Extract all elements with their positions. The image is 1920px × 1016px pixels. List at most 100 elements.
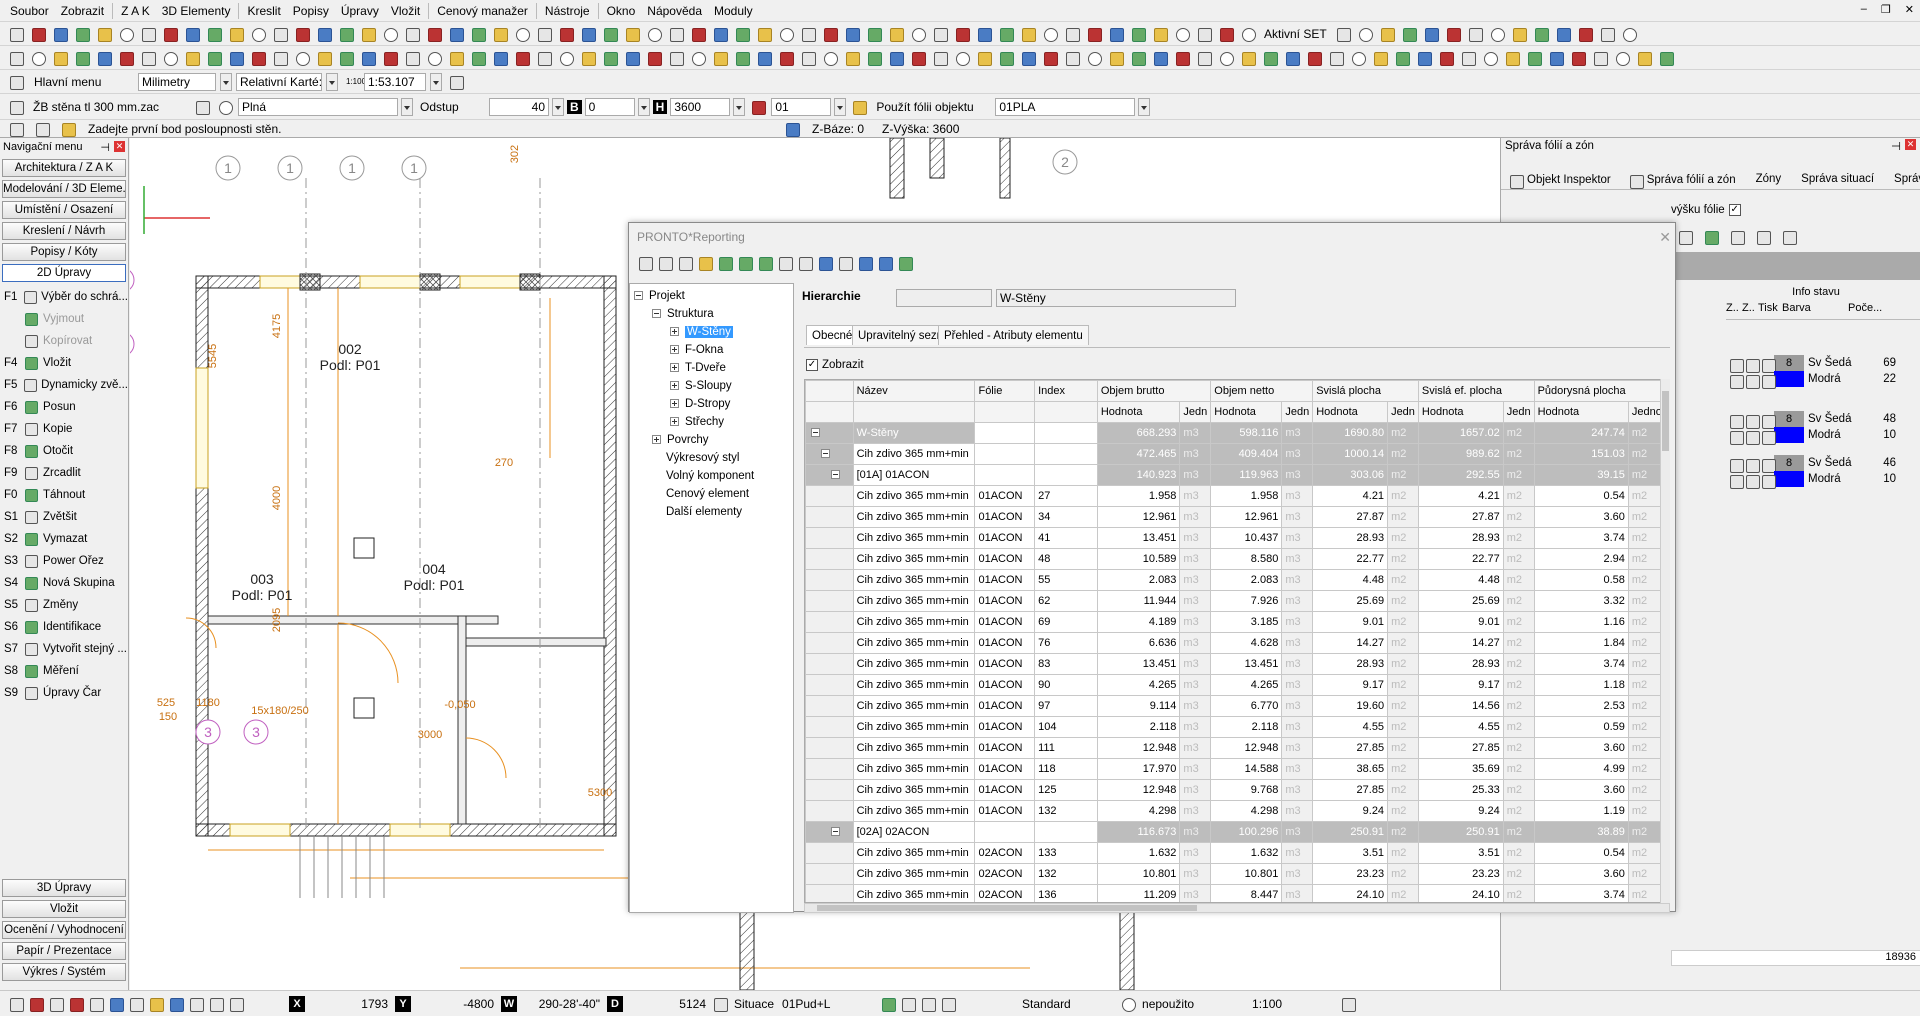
scale-icon[interactable] (447, 73, 465, 91)
print-icon[interactable] (776, 254, 794, 272)
lock-icon[interactable] (1743, 372, 1760, 389)
chevron-down-icon[interactable] (552, 97, 564, 116)
toolbar-tool-icon[interactable] (1239, 49, 1257, 67)
toolbar-tool-icon[interactable] (975, 25, 993, 43)
toolbar-tool-icon[interactable] (975, 49, 993, 67)
checkbox-icon[interactable] (7, 98, 25, 116)
toolbar-tool-icon[interactable] (1305, 49, 1323, 67)
menu-item[interactable]: Soubor (4, 4, 55, 18)
toolbar-tool-icon[interactable] (249, 49, 267, 67)
chevron-down-icon[interactable] (1138, 97, 1151, 116)
browse-icon[interactable] (193, 98, 211, 116)
toolbar-tool-icon[interactable] (1532, 25, 1550, 43)
nav-section-button[interactable]: 3D Úpravy (2, 879, 126, 897)
hierarchy-value-field[interactable]: W-Stěny (996, 289, 1236, 307)
h-field[interactable]: 3600 (670, 97, 731, 116)
toolbar-tool-icon[interactable] (1459, 49, 1477, 67)
toolbar-tool-icon[interactable] (95, 49, 113, 67)
report-tab[interactable]: Obecné (806, 325, 859, 345)
chevron-down-icon[interactable] (326, 72, 338, 91)
toolbar-tool-icon[interactable] (821, 49, 839, 67)
toolbar-tool-icon[interactable] (293, 49, 311, 67)
menu-item[interactable]: Kreslit (241, 4, 286, 18)
edit-icon[interactable] (899, 995, 917, 1013)
unused-select[interactable]: nepoužito (1138, 997, 1248, 1011)
panel-tab[interactable]: Objekt Inspektor (1501, 172, 1621, 189)
toolbar-tool-icon[interactable] (1217, 49, 1235, 67)
table-row[interactable]: Cih zdivo 365 mm+min 01ACON 118 17.970 m3 14.… (805, 758, 1669, 780)
collapse-icon[interactable] (634, 291, 643, 300)
panel-tab[interactable]: Správa situací (1791, 173, 1884, 185)
toolbar-tool-icon[interactable] (205, 25, 223, 43)
undo-icon[interactable] (7, 120, 25, 138)
table-row[interactable]: Cih zdivo 365 mm+min 01ACON 104 2.118 m3 2.11… (805, 716, 1669, 738)
toolbar-tool-icon[interactable] (1107, 25, 1125, 43)
toolbar-tool-icon[interactable] (271, 25, 289, 43)
nav-function-item[interactable]: S8 Měření (0, 660, 128, 682)
dim-icon[interactable] (227, 995, 245, 1013)
toolbar-tool-icon[interactable] (1444, 25, 1462, 43)
table-row[interactable]: Cih zdivo 365 mm+min 01ACON 62 11.944 m3 7.92… (805, 590, 1669, 612)
toolbar-tool-icon[interactable] (733, 25, 751, 43)
settings-icon[interactable] (836, 254, 854, 272)
close-icon[interactable]: ✕ (114, 140, 125, 152)
toolbar-tool-icon[interactable] (953, 49, 971, 67)
toolbar-tool-icon[interactable] (1063, 25, 1081, 43)
toolbar-tool-icon[interactable] (227, 49, 245, 67)
layer-tool-icon[interactable] (1780, 228, 1798, 246)
toolbar-tool-icon[interactable] (271, 49, 289, 67)
toolbar-tool-icon[interactable] (645, 49, 663, 67)
grid-header-cell[interactable]: Půdorysná plocha (1533, 380, 1669, 402)
visibility-icon[interactable] (1727, 472, 1744, 489)
toolbar-tool-icon[interactable] (1525, 49, 1543, 67)
toolbar-tool-icon[interactable] (623, 49, 641, 67)
toolbar-tool-icon[interactable] (535, 49, 553, 67)
collapse-icon[interactable] (831, 827, 840, 836)
abc-icon[interactable] (856, 254, 874, 272)
nav-function-item[interactable]: F9 Zrcadlit (0, 462, 128, 484)
toolbar-tool-icon[interactable] (381, 25, 399, 43)
toolbar-tool-icon[interactable] (1371, 49, 1389, 67)
checkbox-icon[interactable]: ✓ (806, 359, 818, 371)
toolbar-tool-icon[interactable] (1261, 49, 1279, 67)
toolbar-tool-icon[interactable] (1620, 25, 1638, 43)
fill-swatch-icon[interactable] (216, 98, 234, 116)
toolbar-tool-icon[interactable] (29, 25, 47, 43)
toolbar-tool-icon[interactable] (139, 25, 157, 43)
toolbar-tool-icon[interactable] (579, 49, 597, 67)
toolbar-tool-icon[interactable] (953, 25, 971, 43)
menu-item[interactable]: Popisy (287, 4, 335, 18)
toolbar-tool-icon[interactable] (491, 49, 509, 67)
table-row[interactable]: Cih zdivo 365 mm+min 01ACON 97 9.114 m3 6.770… (805, 695, 1669, 717)
toolbar-tool-icon[interactable] (1547, 49, 1565, 67)
lock-icon[interactable] (1743, 428, 1760, 445)
toolbar-tool-icon[interactable] (931, 25, 949, 43)
toolbar-tool-icon[interactable] (1613, 49, 1631, 67)
toolbar-tool-icon[interactable] (1195, 25, 1213, 43)
nav-function-item[interactable]: S5 Změny (0, 594, 128, 616)
toolbar-tool-icon[interactable] (205, 49, 223, 67)
menu-item[interactable]: Okno (601, 4, 642, 18)
table-row[interactable]: Cih zdivo 365 mm+min 01ACON 90 4.265 m3 4.265… (805, 674, 1669, 696)
track-icon[interactable] (87, 995, 105, 1013)
tree-icon[interactable] (636, 254, 654, 272)
y-value[interactable]: -4800 (414, 997, 498, 1011)
toolbar-tool-icon[interactable] (887, 25, 905, 43)
table-row[interactable]: Cih zdivo 365 mm+min 01ACON 34 12.961 m3 12.9… (805, 506, 1669, 528)
nav-function-item[interactable]: F0 Táhnout (0, 484, 128, 506)
report-grid[interactable]: Název Fólie Index Objem brutto Objem netto Sv… (804, 379, 1670, 903)
tree-node-category[interactable]: F-Okna (670, 342, 723, 359)
export-icon[interactable] (676, 254, 694, 272)
toolbar-tool-icon[interactable] (7, 25, 25, 43)
nav-function-item[interactable]: S9 Úpravy Čar (0, 682, 128, 704)
lock-icon[interactable] (1743, 472, 1760, 489)
toolbar-tool-icon[interactable] (337, 49, 355, 67)
table-row[interactable]: Cih zdivo 365 mm+min 01ACON 83 13.451 m3 13.4… (805, 653, 1669, 675)
toolbar-tool-icon[interactable] (73, 49, 91, 67)
toolbar-tool-icon[interactable] (689, 49, 707, 67)
expand-icon[interactable] (670, 399, 679, 408)
layer-tool-icon[interactable] (1754, 228, 1772, 246)
lv-icon[interactable] (896, 254, 914, 272)
tree-node-structure[interactable]: Struktura (652, 306, 714, 323)
toolbar-tool-icon[interactable] (337, 25, 355, 43)
